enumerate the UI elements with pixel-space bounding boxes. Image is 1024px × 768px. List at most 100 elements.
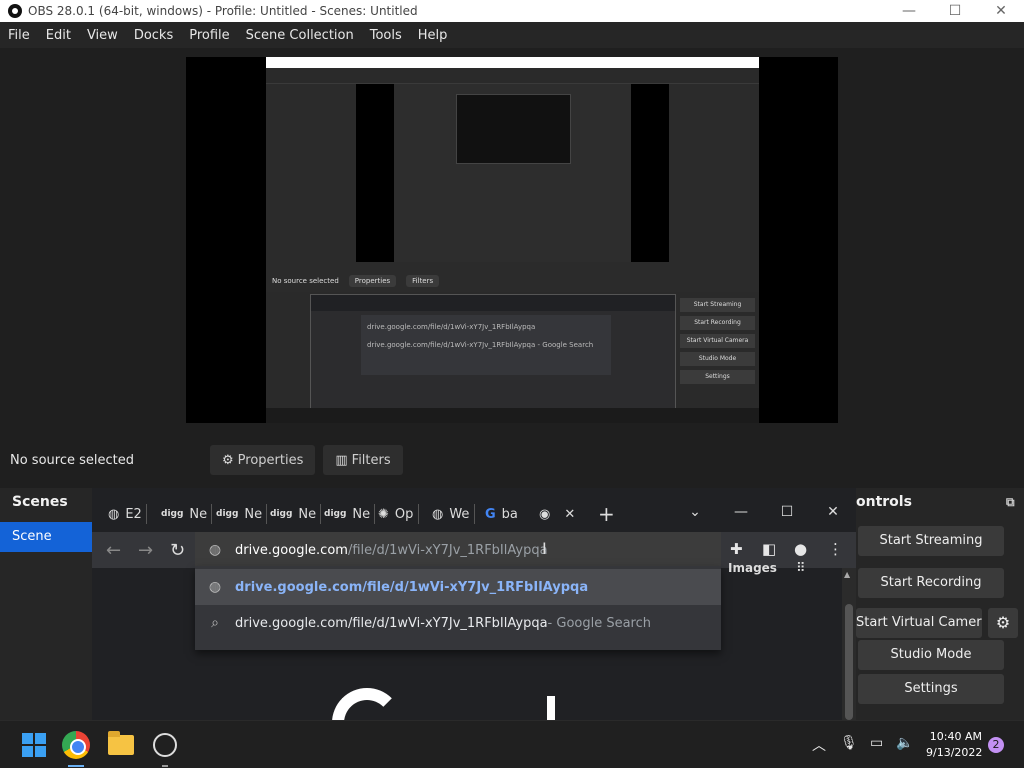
- digg-icon: digg: [161, 509, 184, 519]
- title-bar: OBS 28.0.1 (64-bit, windows) - Profile: …: [0, 0, 1024, 22]
- source-toolbar: No source selected ⚙ Properties ▥ Filter…: [0, 438, 1024, 482]
- obs-running-indicator: [162, 765, 168, 767]
- virtual-camera-settings-icon[interactable]: ⚙: [988, 608, 1018, 638]
- obs-taskbar-icon[interactable]: [151, 731, 179, 759]
- digg-icon: digg: [270, 509, 293, 519]
- suggestion-search[interactable]: ⌕ drive.google.com/file/d/1wVi-xY7Jv_1RF…: [195, 605, 721, 641]
- no-source-label: No source selected: [10, 452, 134, 468]
- tab-label: Ne: [244, 506, 263, 522]
- scene-item[interactable]: Scene: [0, 522, 92, 552]
- nested-preview-inner: [394, 84, 631, 262]
- properties-button[interactable]: ⚙ Properties: [210, 445, 316, 475]
- filter-icon: ▥: [335, 452, 348, 468]
- menu-docks[interactable]: Docks: [126, 28, 181, 43]
- microphone-icon[interactable]: 🎙: [840, 735, 858, 751]
- omnibox-suggestions: ◍ drive.google.com/file/d/1wVi-xY7Jv_1RF…: [195, 566, 721, 650]
- filters-button[interactable]: ▥ Filters: [323, 445, 403, 475]
- tab-close-icon[interactable]: ✕: [564, 507, 575, 522]
- chrome-maximize-icon[interactable]: ☐: [764, 498, 810, 526]
- menu-profile[interactable]: Profile: [181, 28, 237, 43]
- nested-no-source: No source selected: [272, 277, 339, 285]
- google-logo-letter: [547, 696, 555, 720]
- chrome-tab[interactable]: digg Ne: [161, 504, 213, 524]
- chrome-tab[interactable]: G ba: [485, 504, 518, 524]
- studio-mode-button[interactable]: Studio Mode: [858, 640, 1004, 670]
- globe-icon: ◍: [432, 506, 444, 522]
- url-path: /file/d/1wVi-xY7Jv_1RFbIlAypqa: [347, 542, 548, 558]
- menu-edit[interactable]: Edit: [38, 28, 79, 43]
- nested-suggestion: drive.google.com/file/d/1wVi-xY7Jv_1RFbI…: [367, 341, 594, 349]
- settings-button[interactable]: Settings: [858, 674, 1004, 704]
- properties-label: Properties: [237, 452, 304, 468]
- scroll-thumb[interactable]: [845, 604, 853, 720]
- text-cursor-icon: I: [542, 539, 547, 558]
- nested-menu-bar: [266, 68, 759, 84]
- chrome-favicon-icon: ◉: [539, 506, 551, 522]
- suggestion-text: drive.google.com/file/d/1wVi-xY7Jv_1RFbI…: [235, 579, 589, 595]
- chevron-up-icon[interactable]: ︿: [812, 735, 826, 755]
- chrome-close-icon[interactable]: ✕: [810, 498, 856, 526]
- scenes-dock-title: Scenes: [12, 494, 68, 510]
- profile-icon[interactable]: ●: [794, 540, 807, 558]
- chrome-tab-active[interactable]: ◉ ✕: [539, 504, 575, 524]
- menu-help[interactable]: Help: [410, 28, 456, 43]
- notification-badge[interactable]: 2: [988, 737, 1004, 753]
- chrome-tab[interactable]: digg Ne: [270, 504, 322, 524]
- gear-icon: ⚙: [222, 452, 234, 468]
- chrome-tab[interactable]: ◍ We: [432, 504, 475, 524]
- apps-grid-icon[interactable]: ⠿: [796, 561, 806, 576]
- side-panel-icon[interactable]: ◧: [762, 540, 776, 558]
- menu-tools[interactable]: Tools: [362, 28, 410, 43]
- preview-canvas[interactable]: No source selected Properties Filters dr…: [186, 57, 838, 423]
- site-info-icon[interactable]: ◍: [195, 542, 235, 558]
- chrome-tab[interactable]: ✺ Op: [378, 504, 419, 524]
- menu-scene-collection[interactable]: Scene Collection: [238, 28, 362, 43]
- url-host: drive.google.com: [235, 542, 348, 558]
- menu-file[interactable]: File: [0, 28, 38, 43]
- menu-icon[interactable]: ⋮: [828, 540, 843, 558]
- address-bar[interactable]: ◍ drive.google.com/file/d/1wVi-xY7Jv_1RF…: [195, 532, 721, 568]
- start-virtual-camera-button[interactable]: Start Virtual Camera: [856, 608, 982, 638]
- extensions-icon[interactable]: ✚: [730, 540, 743, 558]
- new-tab-icon[interactable]: +: [598, 502, 615, 526]
- nested-controls: Start Streaming Start Recording Start Vi…: [676, 294, 759, 423]
- window-title: OBS 28.0.1 (64-bit, windows) - Profile: …: [28, 4, 418, 18]
- menu-bar: File Edit View Docks Profile Scene Colle…: [0, 22, 1024, 48]
- minimize-button[interactable]: —: [886, 0, 932, 22]
- nested-settings: Settings: [680, 370, 755, 384]
- close-button[interactable]: ✕: [978, 0, 1024, 22]
- controls-dock: ontrols ⧉ Start Streaming Start Recordin…: [856, 488, 1024, 720]
- suggestion-url[interactable]: ◍ drive.google.com/file/d/1wVi-xY7Jv_1RF…: [195, 569, 721, 605]
- windows-start-icon[interactable]: [20, 731, 48, 759]
- scroll-up-icon[interactable]: ▲: [844, 570, 850, 579]
- taskbar-clock[interactable]: 10:40 AM 9/13/2022: [926, 729, 982, 761]
- chrome-tab[interactable]: ◍ E2: [108, 504, 147, 524]
- undock-icon[interactable]: ⧉: [1006, 488, 1024, 516]
- tab-search-icon[interactable]: ⌄: [672, 498, 718, 526]
- chrome-tab[interactable]: digg Ne: [324, 504, 376, 524]
- menu-view[interactable]: View: [79, 28, 126, 43]
- maximize-button[interactable]: ☐: [932, 0, 978, 22]
- digg-icon: digg: [324, 509, 347, 519]
- file-explorer-icon[interactable]: [108, 731, 136, 759]
- volume-icon[interactable]: 🔈: [896, 735, 913, 751]
- page-scrollbar[interactable]: ▲: [842, 568, 856, 720]
- back-icon[interactable]: ←: [106, 540, 121, 561]
- tab-label: E2: [125, 506, 142, 522]
- images-link[interactable]: Images: [728, 561, 777, 575]
- forward-icon[interactable]: →: [138, 540, 153, 561]
- chrome-minimize-icon[interactable]: —: [718, 498, 764, 526]
- suggestion-text: drive.google.com/file/d/1wVi-xY7Jv_1RFbI…: [235, 615, 548, 631]
- reload-icon[interactable]: ↻: [170, 540, 185, 561]
- network-icon[interactable]: ▭: [870, 735, 883, 751]
- start-recording-button[interactable]: Start Recording: [858, 568, 1004, 598]
- obs-window: OBS 28.0.1 (64-bit, windows) - Profile: …: [0, 0, 1024, 768]
- chrome-tab[interactable]: digg Ne: [216, 504, 268, 524]
- start-streaming-button[interactable]: Start Streaming: [858, 526, 1004, 556]
- scenes-dock: Scenes Scene: [0, 488, 92, 720]
- chrome-taskbar-icon[interactable]: [62, 731, 90, 759]
- nested-url: drive.google.com/file/d/1wVi-xY7Jv_1RFbI…: [367, 323, 536, 331]
- nested-start-virtual-camera: Start Virtual Camera: [680, 334, 755, 348]
- nested-taskbar: [266, 408, 759, 423]
- nested-filters: Filters: [406, 275, 440, 287]
